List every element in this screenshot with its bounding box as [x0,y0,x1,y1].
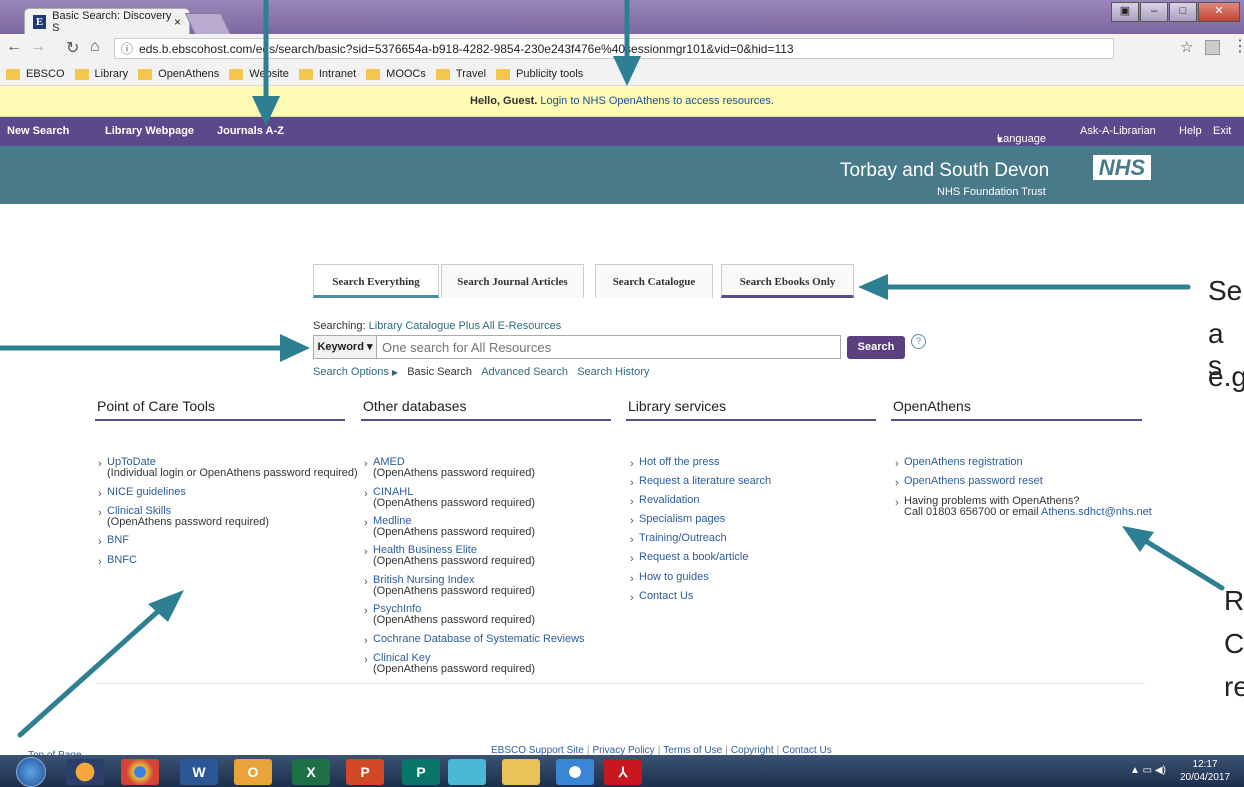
system-clock[interactable]: 12:17 20/04/2017 [1180,758,1230,784]
powerpoint-icon[interactable]: P [346,759,384,785]
arrow-poc [17,603,167,738]
publisher-icon[interactable]: P [402,759,440,785]
arrowhead-tabs-icon [858,274,888,300]
arrowhead-journals-icon [252,96,280,126]
arrowhead-search-icon [280,334,310,362]
annotation-arrows [0,0,1225,738]
arrowhead-email-icon [1122,526,1154,552]
outlook-icon[interactable]: O [234,759,272,785]
chrome-icon[interactable] [121,759,159,785]
arrowhead-guest-icon [613,56,641,86]
start-button[interactable] [16,757,46,787]
firefox-icon[interactable] [66,759,104,785]
acrobat-icon[interactable]: ⅄ [604,759,642,785]
photos-icon[interactable] [448,759,486,785]
arrow-email [1141,537,1225,591]
internet-explorer-icon[interactable] [556,759,594,785]
excel-icon[interactable]: X [292,759,330,785]
tray-icons[interactable]: ▲ ▭ ◀) [1130,765,1166,776]
file-explorer-icon[interactable] [502,759,540,785]
word-icon[interactable]: W [180,759,218,785]
